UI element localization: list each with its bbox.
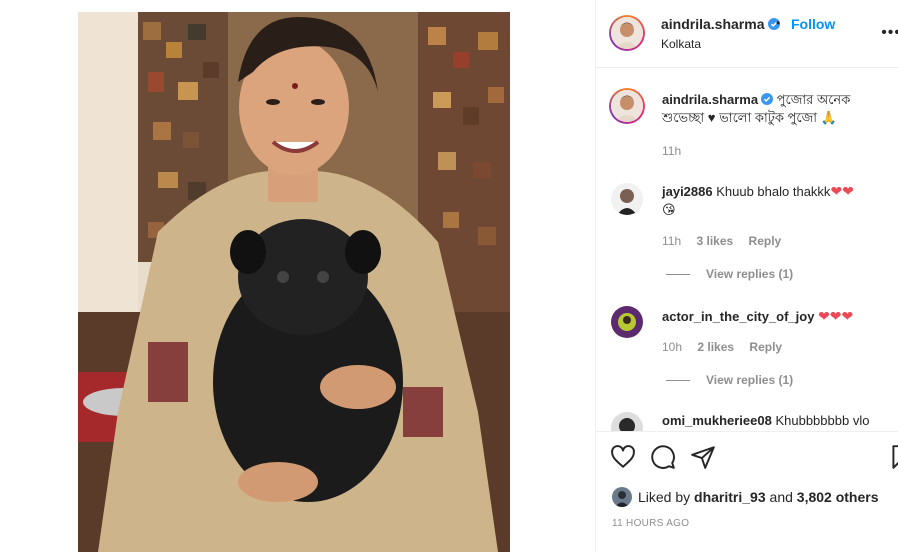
post-photo[interactable] [78,12,510,552]
separator-dot: • [776,16,781,30]
heart-outline-icon[interactable] [610,444,636,470]
reply-button[interactable]: Reply [749,234,782,248]
comment-username[interactable]: jayi2886 [662,184,713,199]
view-replies-line [666,380,690,382]
comments-list[interactable]: aindrila.sharma পুজোর অনেক শুভেচ্ছা ♥ ভা… [596,69,898,431]
comment-text: Khuub bhalo thakkk [716,184,831,199]
post-timestamp[interactable]: 11 HOURS AGO [612,518,689,529]
caption-username[interactable]: aindrila.sharma [662,92,758,107]
view-replies-label: View replies (1) [706,267,794,281]
liked-by-others[interactable]: 3,802 others [797,489,879,505]
commenter-avatar[interactable] [611,306,643,338]
commenter-avatar-image [611,306,643,338]
comment-emoji: ❤❤ [830,183,854,199]
comment-emoji-kiss: 😘 [662,202,676,217]
comment-username[interactable]: actor_in_the_city_of_joy [662,309,814,324]
commenter-avatar[interactable] [611,412,643,431]
comment-meta: 10h 2 likes Reply [662,340,794,354]
view-replies-button[interactable]: View replies (1) [666,373,793,387]
post-location[interactable]: Kolkata [661,37,701,51]
follow-button[interactable]: Follow [791,16,835,32]
caption-time[interactable]: 11h [662,144,681,158]
comment-meta: 11h 3 likes Reply [662,234,793,248]
liked-by-user[interactable]: dharitri_93 [694,489,766,505]
post-actions-bar [596,431,898,481]
comment-time[interactable]: 10h [662,340,682,354]
bookmark-icon[interactable] [888,444,898,470]
comment-likes[interactable]: 3 likes [696,234,733,248]
more-options-icon[interactable]: ••• [881,24,898,42]
post-header: aindrila.sharma • Follow Kolkata ••• [596,0,898,68]
reply-button[interactable]: Reply [749,340,782,354]
liked-by-middle: and [769,489,793,505]
author-username[interactable]: aindrila.sharma [661,16,765,32]
commenter-avatar[interactable] [611,183,643,215]
view-replies-line [666,274,690,276]
comment-text: Khubbbbbbb vlo [775,413,870,428]
view-replies-label: View replies (1) [706,373,794,387]
likes-summary: Liked by dharitri_93 and 3,802 others [612,487,879,507]
comment-username[interactable]: omi_mukheriee08 [662,413,772,428]
commenter-avatar-image [611,183,643,215]
caption-avatar[interactable] [609,88,645,124]
liked-by-prefix: Liked by [638,489,691,505]
liked-by-avatar-image [612,487,632,507]
caption-avatar-image [611,90,643,122]
verified-badge-icon [761,93,774,105]
post-side-panel: aindrila.sharma • Follow Kolkata ••• [595,0,898,552]
share-icon[interactable] [690,444,716,470]
commenter-avatar-image [611,412,643,431]
author-avatar[interactable] [609,15,645,51]
comment-emoji: ❤❤❤ [818,308,854,324]
post-photo-image [78,12,510,552]
comment-likes[interactable]: 2 likes [697,340,734,354]
comment-icon[interactable] [650,444,676,470]
author-avatar-image [611,17,643,49]
comment-time[interactable]: 11h [662,234,681,248]
liked-by-avatar[interactable] [612,487,632,507]
view-replies-button[interactable]: View replies (1) [666,267,793,281]
post-media-area [0,0,595,552]
